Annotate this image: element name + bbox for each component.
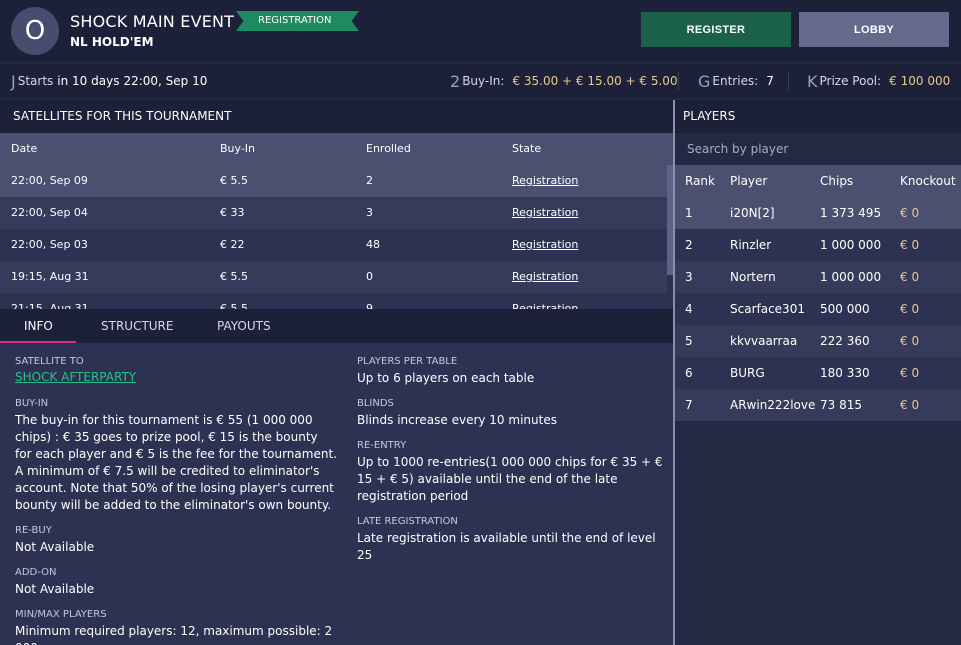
prize-pool-info: K Prize Pool: € 100 000: [807, 71, 951, 91]
table-row[interactable]: 22:00, Sep 04 € 33 3 Registration: [0, 197, 667, 229]
players-title: PLAYERS: [675, 100, 961, 133]
rebuy-section: RE-BUY Not Available: [15, 525, 95, 554]
satellites-table-header: Date Buy-In Enrolled State: [0, 133, 673, 165]
table-row[interactable]: 2 Rinzler 1 000 000 € 0: [675, 229, 961, 261]
tab-payouts[interactable]: PAYOUTS: [217, 309, 271, 343]
state-link[interactable]: Registration: [512, 197, 578, 229]
buyin-section: BUY-IN The buy-in for this tournament is…: [15, 398, 337, 512]
table-row[interactable]: 6 BURG 180 330 € 0: [675, 357, 961, 389]
table-row[interactable]: 1 i20N[2] 1 373 495 € 0: [675, 197, 961, 229]
satellite-to-section: SATELLITE TO SHOCK AFTERPARTY: [15, 355, 345, 386]
divider: [788, 72, 789, 90]
players-per-table-section: PLAYERS PER TABLE Up to 6 players on eac…: [357, 356, 535, 385]
players-empty-area: [675, 421, 961, 645]
coins-icon: 2: [450, 71, 461, 91]
state-link[interactable]: Registration: [512, 229, 578, 261]
players-table-header: Rank Player Chips Knockout: [675, 165, 961, 197]
addon-section: ADD-ON Not Available: [15, 567, 95, 596]
table-row[interactable]: 7 ARwin222love 73 815 € 0: [675, 389, 961, 421]
player-search-input[interactable]: [675, 133, 961, 165]
state-link[interactable]: Registration: [512, 165, 578, 197]
column-header-enrolled[interactable]: Enrolled: [366, 133, 411, 165]
tournament-info-bar: J Starts in 10 days 22:00, Sep 10 2 Buy-…: [0, 64, 961, 98]
table-row[interactable]: 21:15, Aug 31 € 5.5 9 Registration: [0, 293, 667, 309]
tab-info[interactable]: INFO: [24, 309, 53, 343]
column-header-state[interactable]: State: [512, 133, 541, 165]
status-badge: REGISTRATION: [236, 11, 359, 31]
column-header-date[interactable]: Date: [11, 133, 37, 165]
lobby-button[interactable]: LOBBY: [799, 12, 949, 47]
column-header-rank[interactable]: Rank: [685, 165, 715, 197]
column-header-knockout[interactable]: Knockout: [900, 165, 956, 197]
table-row[interactable]: 4 Scarface301 500 000 € 0: [675, 293, 961, 325]
table-row[interactable]: 22:00, Sep 03 € 22 48 Registration: [0, 229, 667, 261]
entries-info: G Entries: 7: [698, 71, 774, 91]
min-max-players-section: MIN/MAX PLAYERS Minimum required players…: [15, 609, 333, 645]
column-header-player[interactable]: Player: [730, 165, 767, 197]
late-registration-section: LATE REGISTRATION Late registration is a…: [357, 516, 656, 562]
details-tabs: INFO STRUCTURE PAYOUTS: [0, 309, 673, 343]
state-link[interactable]: Registration: [512, 261, 578, 293]
tournament-logo: O: [11, 7, 59, 55]
starts-info: J Starts in 10 days 22:00, Sep 10: [11, 71, 208, 91]
register-button[interactable]: REGISTER: [641, 12, 791, 47]
reentry-section: RE-ENTRY Up to 1000 re-entries(1 000 000…: [357, 440, 663, 503]
divider: [678, 72, 679, 90]
players-table-body: 1 i20N[2] 1 373 495 € 0 2 Rinzler 1 000 …: [675, 197, 961, 421]
blinds-section: BLINDS Blinds increase every 10 minutes: [357, 398, 557, 427]
table-row[interactable]: 3 Nortern 1 000 000 € 0: [675, 261, 961, 293]
entries-icon: G: [698, 71, 711, 91]
column-header-chips[interactable]: Chips: [820, 165, 853, 197]
info-panel: SATELLITE TO SHOCK AFTERPARTY BUY-IN The…: [0, 343, 673, 645]
tournament-title: SHOCK MAIN EVENT: [70, 12, 235, 31]
tab-structure[interactable]: STRUCTURE: [101, 309, 173, 343]
game-type: NL HOLD'EM: [70, 35, 154, 49]
satellites-title: SATELLITES FOR THIS TOURNAMENT: [0, 100, 673, 133]
buyin-info: 2 Buy-In: € 35.00 + € 15.00 + € 5.00: [450, 71, 678, 91]
table-row[interactable]: 5 kkvvaarraa 222 360 € 0: [675, 325, 961, 357]
satellites-table-body: 22:00, Sep 09 € 5.5 2 Registration 22:00…: [0, 165, 673, 309]
clock-icon: J: [11, 71, 16, 91]
table-row[interactable]: 22:00, Sep 09 € 5.5 2 Registration: [0, 165, 667, 197]
trophy-icon: K: [807, 71, 818, 91]
satellite-target-link[interactable]: SHOCK AFTERPARTY: [15, 369, 345, 386]
column-header-buyin[interactable]: Buy-In: [220, 133, 255, 165]
tournament-header: O SHOCK MAIN EVENT NL HOLD'EM REGISTRATI…: [0, 0, 961, 62]
table-row[interactable]: 19:15, Aug 31 € 5.5 0 Registration: [0, 261, 667, 293]
state-link[interactable]: Registration: [512, 293, 578, 309]
